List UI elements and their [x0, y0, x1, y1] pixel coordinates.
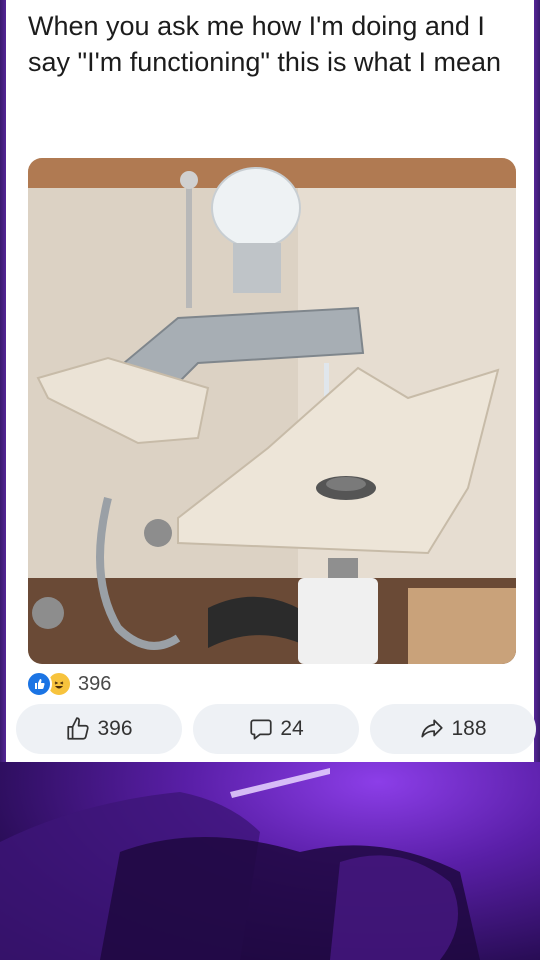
share-button[interactable]: 188 [370, 704, 536, 754]
like-button[interactable]: 396 [16, 704, 182, 754]
share-count: 188 [451, 717, 487, 740]
comment-count: 24 [280, 717, 304, 740]
share-icon [421, 719, 444, 738]
thumbs-up-icon [67, 717, 90, 740]
reaction-summary[interactable]: 396 [26, 670, 111, 698]
broken-sink-image [28, 158, 516, 664]
action-bar: 396 24 188 [16, 704, 536, 754]
post-caption: When you ask me how I'm doing and I say … [28, 11, 502, 77]
post-card: When you ask me how I'm doing and I say … [6, 0, 536, 762]
room-silhouette [0, 768, 480, 960]
post-photo[interactable] [28, 158, 516, 664]
like-count: 396 [97, 717, 133, 740]
background-room-scene [0, 762, 540, 960]
comment-icon [250, 719, 272, 740]
comment-button[interactable]: 24 [193, 704, 359, 754]
like-reaction-icon [26, 671, 52, 697]
reaction-count: 396 [78, 672, 112, 695]
